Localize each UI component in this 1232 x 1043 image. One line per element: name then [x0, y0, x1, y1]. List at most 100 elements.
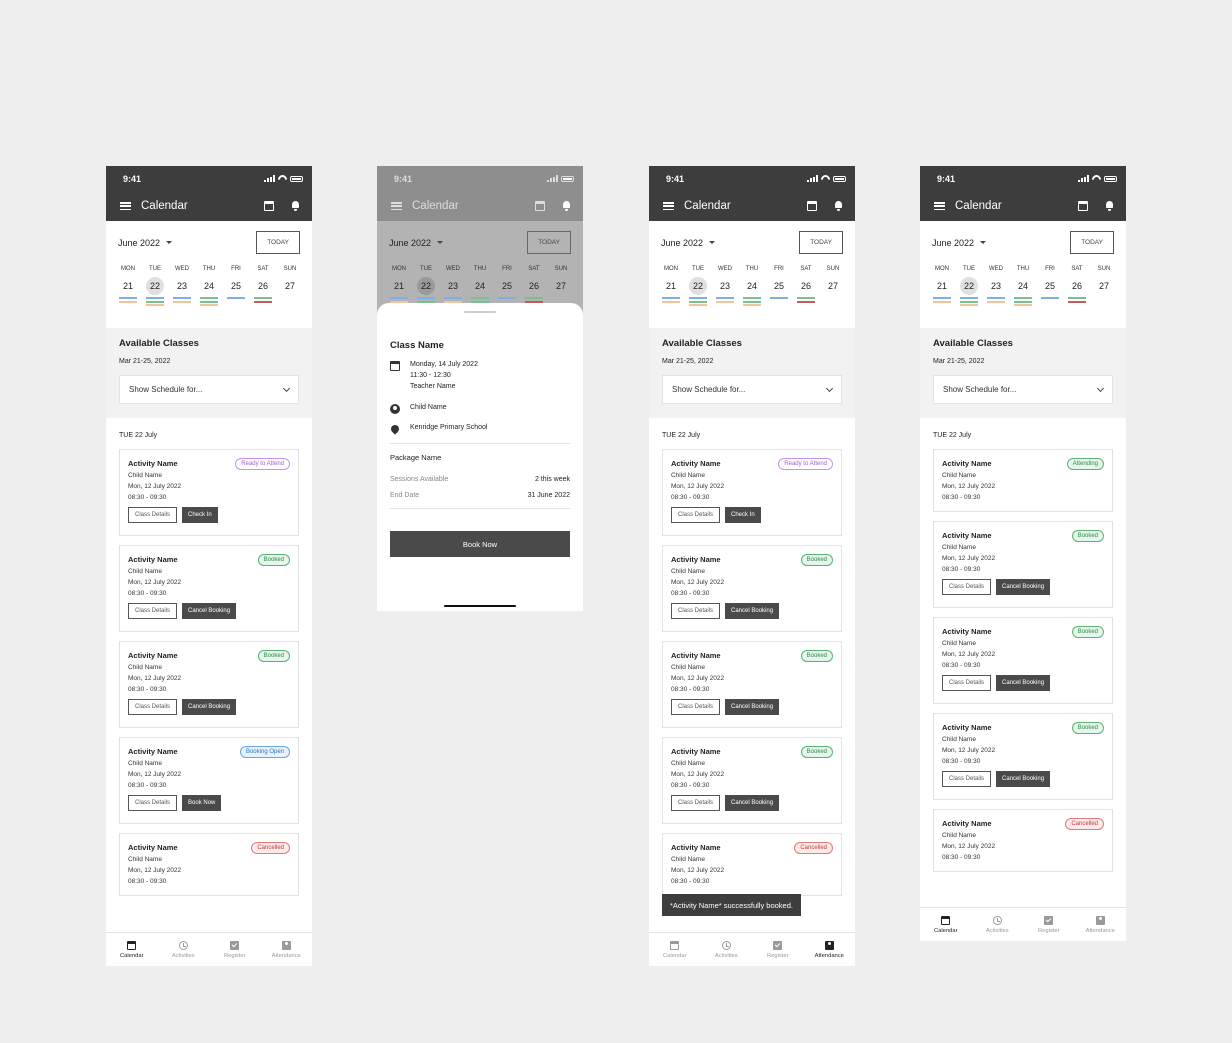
day-mon[interactable]: MON 21: [932, 266, 952, 308]
day-wed[interactable]: WED 23: [172, 266, 192, 308]
calendar-icon[interactable]: [264, 201, 274, 211]
nav-calendar[interactable]: Calendar: [649, 933, 701, 966]
day-fri[interactable]: FRI 25: [1040, 266, 1060, 308]
cancel-booking-button[interactable]: Cancel Booking: [182, 603, 237, 619]
day-fri[interactable]: FRI 25: [226, 266, 246, 308]
nav-activities[interactable]: Activities: [701, 933, 753, 966]
day-sun[interactable]: SUN 27: [551, 266, 571, 308]
book-now-button[interactable]: Book Now: [182, 795, 222, 811]
cancel-booking-button[interactable]: Cancel Booking: [725, 795, 780, 811]
bell-icon[interactable]: [291, 201, 300, 211]
calendar-icon[interactable]: [1078, 201, 1088, 211]
schedule-select[interactable]: Show Schedule for...: [119, 375, 299, 404]
child-name: Child Name: [942, 472, 976, 479]
day-fri[interactable]: FRI 25: [497, 266, 517, 308]
class-card[interactable]: Activity Name Child Name Mon, 12 July 2022…: [662, 449, 842, 536]
class-card[interactable]: Activity Name Child Name Mon, 12 July 2022…: [933, 713, 1113, 800]
child-name: Child Name: [942, 736, 976, 743]
day-wed[interactable]: WED 23: [443, 266, 463, 308]
day-tue[interactable]: TUE 22: [145, 266, 165, 308]
class-card[interactable]: Activity Name Child Name Mon, 12 July 2022…: [933, 617, 1113, 704]
class-card[interactable]: Activity Name Child Name Mon, 12 July 2022…: [119, 641, 299, 728]
day-wed[interactable]: WED 23: [715, 266, 735, 308]
day-fri[interactable]: FRI 25: [769, 266, 789, 308]
nav-attendance[interactable]: Attendance: [261, 933, 313, 966]
class-details-button[interactable]: Class Details: [671, 603, 721, 619]
day-tue[interactable]: TUE 22: [416, 266, 436, 308]
class-details-button[interactable]: Class Details: [671, 795, 721, 811]
cancel-booking-button[interactable]: Cancel Booking: [725, 699, 780, 715]
nav-activities[interactable]: Activities: [972, 908, 1024, 941]
day-tue[interactable]: TUE 22: [688, 266, 708, 308]
class-details-button[interactable]: Class Details: [128, 603, 178, 619]
day-sun[interactable]: SUN 27: [823, 266, 843, 308]
day-thu[interactable]: THU 24: [742, 266, 762, 308]
class-card[interactable]: Activity Name Child Name Mon, 12 July 2022…: [662, 545, 842, 632]
class-details-button[interactable]: Class Details: [942, 771, 992, 787]
day-thu[interactable]: THU 24: [199, 266, 219, 308]
day-mon[interactable]: MON 21: [118, 266, 138, 308]
day-wed[interactable]: WED 23: [986, 266, 1006, 308]
cancel-booking-button[interactable]: Cancel Booking: [725, 603, 780, 619]
cancel-booking-button[interactable]: Cancel Booking: [996, 579, 1051, 595]
today-button[interactable]: TODAY: [256, 231, 300, 254]
check-in-button[interactable]: Check In: [182, 507, 218, 523]
today-button[interactable]: TODAY: [799, 231, 843, 254]
month-selector[interactable]: June 2022: [661, 238, 716, 248]
day-thu[interactable]: THU 24: [1013, 266, 1033, 308]
bell-icon[interactable]: [834, 201, 843, 211]
class-card[interactable]: Activity Name Child Name Mon, 12 July 2022…: [119, 545, 299, 632]
nav-calendar[interactable]: Calendar: [106, 933, 158, 966]
day-sun[interactable]: SUN 27: [1094, 266, 1114, 308]
schedule-select[interactable]: Show Schedule for...: [662, 375, 842, 404]
month-selector[interactable]: June 2022: [932, 238, 987, 248]
nav-register[interactable]: Register: [752, 933, 804, 966]
class-card[interactable]: Activity Name Child Name Mon, 12 July 2022…: [933, 809, 1113, 872]
cancel-booking-button[interactable]: Cancel Booking: [996, 771, 1051, 787]
nav-attendance[interactable]: Attendance: [1075, 908, 1127, 941]
nav-register[interactable]: Register: [1023, 908, 1075, 941]
class-card[interactable]: Activity Name Child Name Mon, 12 July 2022…: [119, 737, 299, 824]
schedule-select[interactable]: Show Schedule for...: [933, 375, 1113, 404]
calendar-icon[interactable]: [807, 201, 817, 211]
month-selector[interactable]: June 2022: [118, 238, 173, 248]
day-sat[interactable]: SAT 26: [1067, 266, 1087, 308]
check-in-button[interactable]: Check In: [725, 507, 761, 523]
class-details-button[interactable]: Class Details: [942, 675, 992, 691]
class-time: 08:30 - 09:30: [942, 662, 981, 669]
day-mon[interactable]: MON 21: [661, 266, 681, 308]
class-card[interactable]: Activity Name Child Name Mon, 12 July 2022…: [933, 449, 1113, 512]
sheet-handle[interactable]: [464, 311, 496, 313]
class-details-button[interactable]: Class Details: [942, 579, 992, 595]
day-sat[interactable]: SAT 26: [524, 266, 544, 308]
menu-icon[interactable]: [120, 202, 131, 210]
day-tue[interactable]: TUE 22: [959, 266, 979, 308]
today-button[interactable]: TODAY: [1070, 231, 1114, 254]
class-card[interactable]: Activity Name Child Name Mon, 12 July 2022…: [662, 833, 842, 896]
nav-attendance[interactable]: Attendance: [804, 933, 856, 966]
nav-activities[interactable]: Activities: [158, 933, 210, 966]
nav-calendar[interactable]: Calendar: [920, 908, 972, 941]
class-card[interactable]: Activity Name Child Name Mon, 12 July 2022…: [662, 737, 842, 824]
menu-icon[interactable]: [663, 202, 674, 210]
class-details-button[interactable]: Class Details: [128, 699, 178, 715]
class-details-button[interactable]: Class Details: [128, 507, 178, 523]
day-sat[interactable]: SAT 26: [253, 266, 273, 308]
day-sun[interactable]: SUN 27: [280, 266, 300, 308]
day-mon[interactable]: MON 21: [389, 266, 409, 308]
class-card[interactable]: Activity Name Child Name Mon, 12 July 2022…: [119, 833, 299, 896]
class-details-button[interactable]: Class Details: [128, 795, 178, 811]
class-details-button[interactable]: Class Details: [671, 507, 721, 523]
cancel-booking-button[interactable]: Cancel Booking: [182, 699, 237, 715]
cancel-booking-button[interactable]: Cancel Booking: [996, 675, 1051, 691]
book-now-button[interactable]: Book Now: [390, 531, 570, 557]
class-details-button[interactable]: Class Details: [671, 699, 721, 715]
class-card[interactable]: Activity Name Child Name Mon, 12 July 2022…: [119, 449, 299, 536]
nav-register[interactable]: Register: [209, 933, 261, 966]
bell-icon[interactable]: [1105, 201, 1114, 211]
class-card[interactable]: Activity Name Child Name Mon, 12 July 2022…: [662, 641, 842, 728]
day-thu[interactable]: THU 24: [470, 266, 490, 308]
menu-icon[interactable]: [934, 202, 945, 210]
class-card[interactable]: Activity Name Child Name Mon, 12 July 2022…: [933, 521, 1113, 608]
day-sat[interactable]: SAT 26: [796, 266, 816, 308]
